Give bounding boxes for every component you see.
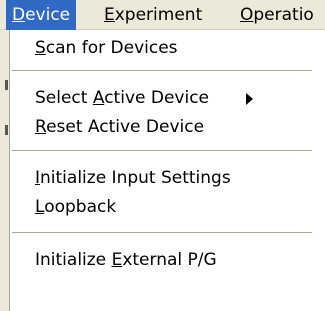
menu-item-select-active-device[interactable]: Select Active Device xyxy=(10,84,310,112)
init-external-label-pre: Initialize xyxy=(35,250,112,270)
menu-item-initialize-external-pg[interactable]: Initialize External P/G xyxy=(10,246,310,274)
menu-bar: Device Experiment Operatio xyxy=(0,0,325,30)
init-external-label: xternal P/G xyxy=(122,250,217,270)
scan-mnemonic: S xyxy=(35,38,46,58)
menu-separator xyxy=(12,232,312,234)
menu-experiment[interactable]: Experiment xyxy=(98,0,208,30)
menu-item-reset-active-device[interactable]: Reset Active Device xyxy=(10,113,310,141)
submenu-arrow-icon xyxy=(246,93,253,105)
menu-experiment-label: xperiment xyxy=(114,5,203,25)
scan-label: can for Devices xyxy=(45,38,178,58)
init-input-label: nitialize Input Settings xyxy=(40,168,231,188)
menu-operation[interactable]: Operatio xyxy=(234,0,320,30)
menu-item-initialize-input-settings[interactable]: Initialize Input Settings xyxy=(10,164,310,192)
loopback-mnemonic: L xyxy=(35,197,45,217)
reset-active-mnemonic: R xyxy=(35,117,47,137)
menu-operation-mnemonic: O xyxy=(240,5,254,25)
menu-experiment-mnemonic: E xyxy=(104,5,115,25)
menu-operation-label: peratio xyxy=(253,5,314,25)
device-dropdown-menu: Scan for Devices Select Active Device Re… xyxy=(9,30,325,311)
menu-separator xyxy=(12,150,312,152)
window-background-strip xyxy=(0,30,9,311)
menu-device-label: evice xyxy=(25,5,71,25)
background-tick xyxy=(5,80,8,90)
menu-separator xyxy=(12,70,312,72)
menu-item-loopback[interactable]: Loopback xyxy=(10,193,310,221)
menu-device-mnemonic: D xyxy=(12,5,26,25)
init-external-mnemonic: E xyxy=(111,250,123,270)
select-active-mnemonic: A xyxy=(92,88,105,108)
background-tick xyxy=(5,125,8,135)
menu-item-scan-for-devices[interactable]: Scan for Devices xyxy=(10,34,310,62)
select-active-label: ctive Device xyxy=(104,88,210,108)
select-active-label-pre: Select xyxy=(35,88,93,108)
menu-device[interactable]: Device xyxy=(6,0,77,30)
reset-active-label: eset Active Device xyxy=(46,117,205,137)
loopback-label: oopback xyxy=(44,197,117,217)
